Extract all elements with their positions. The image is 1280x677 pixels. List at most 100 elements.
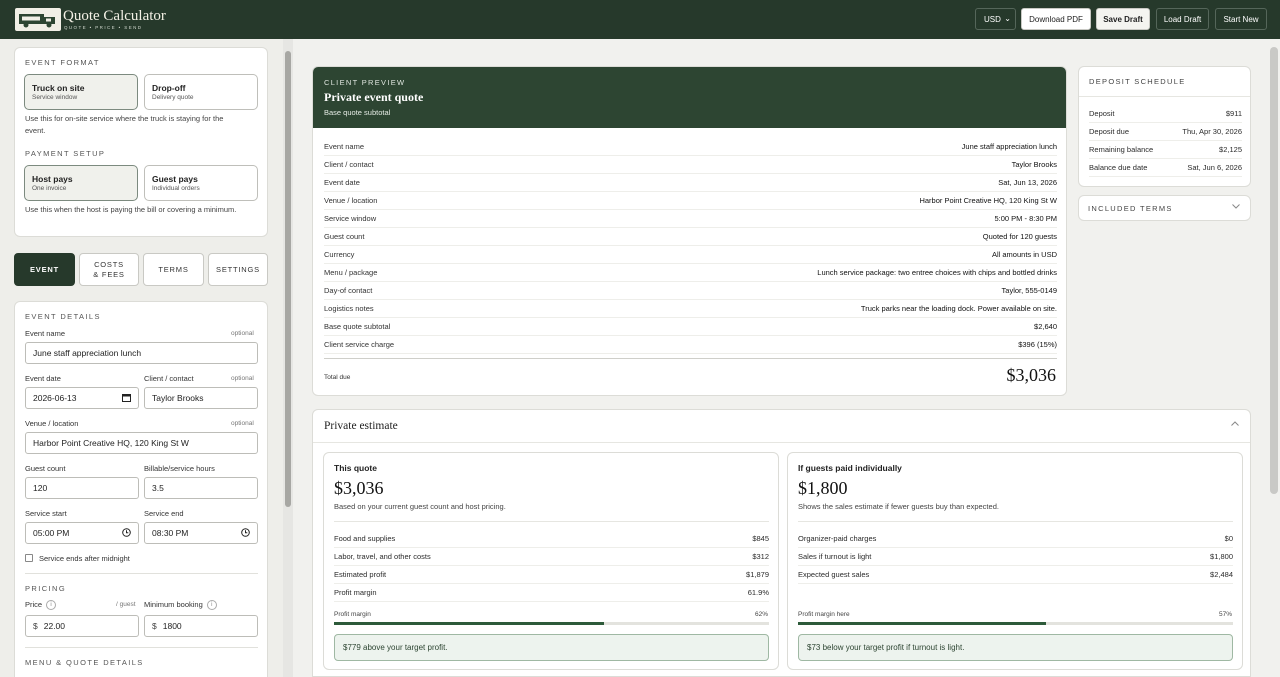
option-truck-on-site[interactable]: Truck on site Service window bbox=[24, 74, 138, 110]
load-draft-button[interactable]: Load Draft bbox=[1156, 8, 1209, 30]
row-label: Sales if turnout is light bbox=[798, 552, 872, 561]
data-row: Currency All amounts in USD bbox=[324, 246, 1057, 264]
row-label: Organizer-paid charges bbox=[798, 534, 877, 543]
included-terms-toggle[interactable]: INCLUDED TERMS bbox=[1078, 195, 1251, 221]
option-subtitle: Delivery quote bbox=[152, 94, 194, 101]
row-value: $0 bbox=[1224, 534, 1233, 543]
chevron-up-icon[interactable] bbox=[1230, 419, 1240, 431]
option-subtitle: Service window bbox=[32, 94, 78, 101]
row-value: $312 bbox=[752, 552, 769, 561]
profit-margin-bar-value: 57% bbox=[1218, 611, 1232, 618]
row-label: Client service charge bbox=[324, 340, 395, 349]
service-start-input[interactable]: 05:00 PM bbox=[25, 522, 139, 544]
tab-event[interactable]: EVENT bbox=[14, 253, 75, 286]
info-icon[interactable]: i bbox=[46, 600, 57, 611]
preview-subtitle: Base quote subtotal bbox=[324, 108, 391, 117]
data-row: Venue / location Harbor Point Creative HQ… bbox=[324, 192, 1057, 210]
deposit-schedule-card: DEPOSIT SCHEDULE Deposit $911 Deposit due T… bbox=[1078, 66, 1251, 187]
this-quote-title: This quote bbox=[334, 463, 377, 473]
optional-label: optional bbox=[231, 330, 254, 337]
clock-icon[interactable] bbox=[241, 528, 250, 539]
clock-icon[interactable] bbox=[122, 528, 131, 539]
guest-count-input[interactable]: 120 bbox=[25, 477, 139, 499]
optional-label: optional bbox=[231, 420, 254, 427]
guest-count-label: Guest count bbox=[25, 464, 66, 473]
individual-title: If guests paid individually bbox=[798, 463, 902, 473]
price-input[interactable]: $ 22.00 bbox=[25, 615, 139, 637]
this-quote-amount: $3,036 bbox=[334, 478, 384, 498]
row-label: Food and supplies bbox=[334, 534, 396, 543]
client-preview-card: CLIENT PREVIEW Private event quote Base … bbox=[312, 66, 1067, 396]
option-drop-off[interactable]: Drop-off Delivery quote bbox=[144, 74, 258, 110]
data-row: Labor, travel, and other costs $312 bbox=[334, 548, 769, 566]
row-value: Harbor Point Creative HQ, 120 King St W bbox=[919, 196, 1057, 205]
minimum-label: Minimum booking bbox=[144, 600, 203, 609]
scrollbar-thumb[interactable] bbox=[285, 51, 291, 507]
event-date-input[interactable]: 2026-06-13 bbox=[25, 387, 139, 409]
event-name-input[interactable]: June staff appreciation lunch bbox=[25, 342, 258, 364]
client-input[interactable]: Taylor Brooks bbox=[144, 387, 258, 409]
minimum-input[interactable]: $ 1800 bbox=[144, 615, 258, 637]
total-amount: $3,036 bbox=[1006, 365, 1057, 385]
this-quote-card: This quote $3,036 Based on your current … bbox=[323, 452, 779, 670]
tab-costs-fees[interactable]: COSTS & FEES bbox=[79, 253, 139, 286]
service-start-label: Service start bbox=[25, 509, 67, 518]
sidebar: EVENT FORMAT Truck on site Service windo… bbox=[0, 39, 283, 677]
data-row: Client service charge $396 (15%) bbox=[324, 336, 1057, 354]
option-host-pays[interactable]: Host pays One invoice bbox=[24, 165, 138, 201]
after-midnight-checkbox[interactable] bbox=[25, 554, 33, 562]
individual-pay-card: If guests paid individually $1,800 Shows… bbox=[787, 452, 1243, 670]
data-row: Sales if turnout is light $1,800 bbox=[798, 548, 1233, 566]
row-label: Logistics notes bbox=[324, 304, 374, 313]
row-value: All amounts in USD bbox=[991, 250, 1057, 259]
data-row: Logistics notes Truck parks near the load… bbox=[324, 300, 1057, 318]
service-end-input[interactable]: 08:30 PM bbox=[144, 522, 258, 544]
after-midnight-label: Service ends after midnight bbox=[39, 554, 130, 563]
row-label: Client / contact bbox=[324, 160, 374, 169]
save-draft-button[interactable]: Save Draft bbox=[1096, 8, 1150, 30]
page-scrollbar-thumb[interactable] bbox=[1270, 47, 1278, 494]
row-label: Service window bbox=[324, 214, 377, 223]
row-value: $2,125 bbox=[1219, 145, 1242, 154]
row-label: Venue / location bbox=[324, 196, 378, 205]
app-tagline: QUOTE • PRICE • SEND bbox=[64, 25, 143, 30]
row-label: Base quote subtotal bbox=[324, 322, 391, 331]
divider bbox=[1079, 96, 1250, 97]
calendar-icon[interactable] bbox=[122, 393, 131, 404]
divider bbox=[334, 521, 769, 522]
event-details-heading: EVENT DETAILS bbox=[25, 312, 101, 321]
price-label: Price bbox=[25, 600, 43, 609]
row-label: Event name bbox=[324, 142, 365, 151]
divider bbox=[25, 573, 258, 574]
tab-settings[interactable]: SETTINGS bbox=[208, 253, 268, 286]
preview-eyebrow: CLIENT PREVIEW bbox=[324, 78, 406, 87]
row-value: $845 bbox=[752, 534, 769, 543]
row-label: Remaining balance bbox=[1089, 145, 1154, 154]
data-row: Remaining balance $2,125 bbox=[1089, 141, 1242, 159]
row-label: Deposit due bbox=[1089, 127, 1130, 136]
divider bbox=[25, 647, 258, 648]
row-label: Guest count bbox=[324, 232, 365, 241]
download-pdf-button[interactable]: Download PDF bbox=[1021, 8, 1091, 30]
row-value: Lunch service package: two entree choice… bbox=[817, 268, 1057, 277]
profit-margin-bar-label: Profit margin bbox=[334, 611, 371, 618]
client-label: Client / contact bbox=[144, 374, 194, 383]
currency-select[interactable]: USD ⌄ bbox=[975, 8, 1016, 30]
row-value: Truck parks near the loading dock. Power… bbox=[860, 304, 1057, 313]
payment-setup-heading: PAYMENT SETUP bbox=[25, 149, 106, 158]
row-value: Sat, Jun 6, 2026 bbox=[1187, 163, 1242, 172]
sidebar-scrollbar[interactable] bbox=[283, 39, 293, 677]
row-label: Profit margin bbox=[334, 588, 377, 597]
preview-header: CLIENT PREVIEW Private event quote Base … bbox=[313, 67, 1066, 128]
venue-input[interactable]: Harbor Point Creative HQ, 120 King St W bbox=[25, 432, 258, 454]
minimum-value: 1800 bbox=[162, 621, 182, 631]
tab-terms[interactable]: TERMS bbox=[143, 253, 204, 286]
row-value: $1,800 bbox=[1210, 552, 1233, 561]
option-guest-pays[interactable]: Guest pays Individual orders bbox=[144, 165, 258, 201]
hours-input[interactable]: 3.5 bbox=[144, 477, 258, 499]
option-title: Truck on site bbox=[32, 83, 85, 93]
start-new-button[interactable]: Start New bbox=[1215, 8, 1267, 30]
info-icon[interactable]: i bbox=[206, 600, 217, 611]
option-title: Guest pays bbox=[152, 174, 198, 184]
data-row: Deposit due Thu, Apr 30, 2026 bbox=[1089, 123, 1242, 141]
